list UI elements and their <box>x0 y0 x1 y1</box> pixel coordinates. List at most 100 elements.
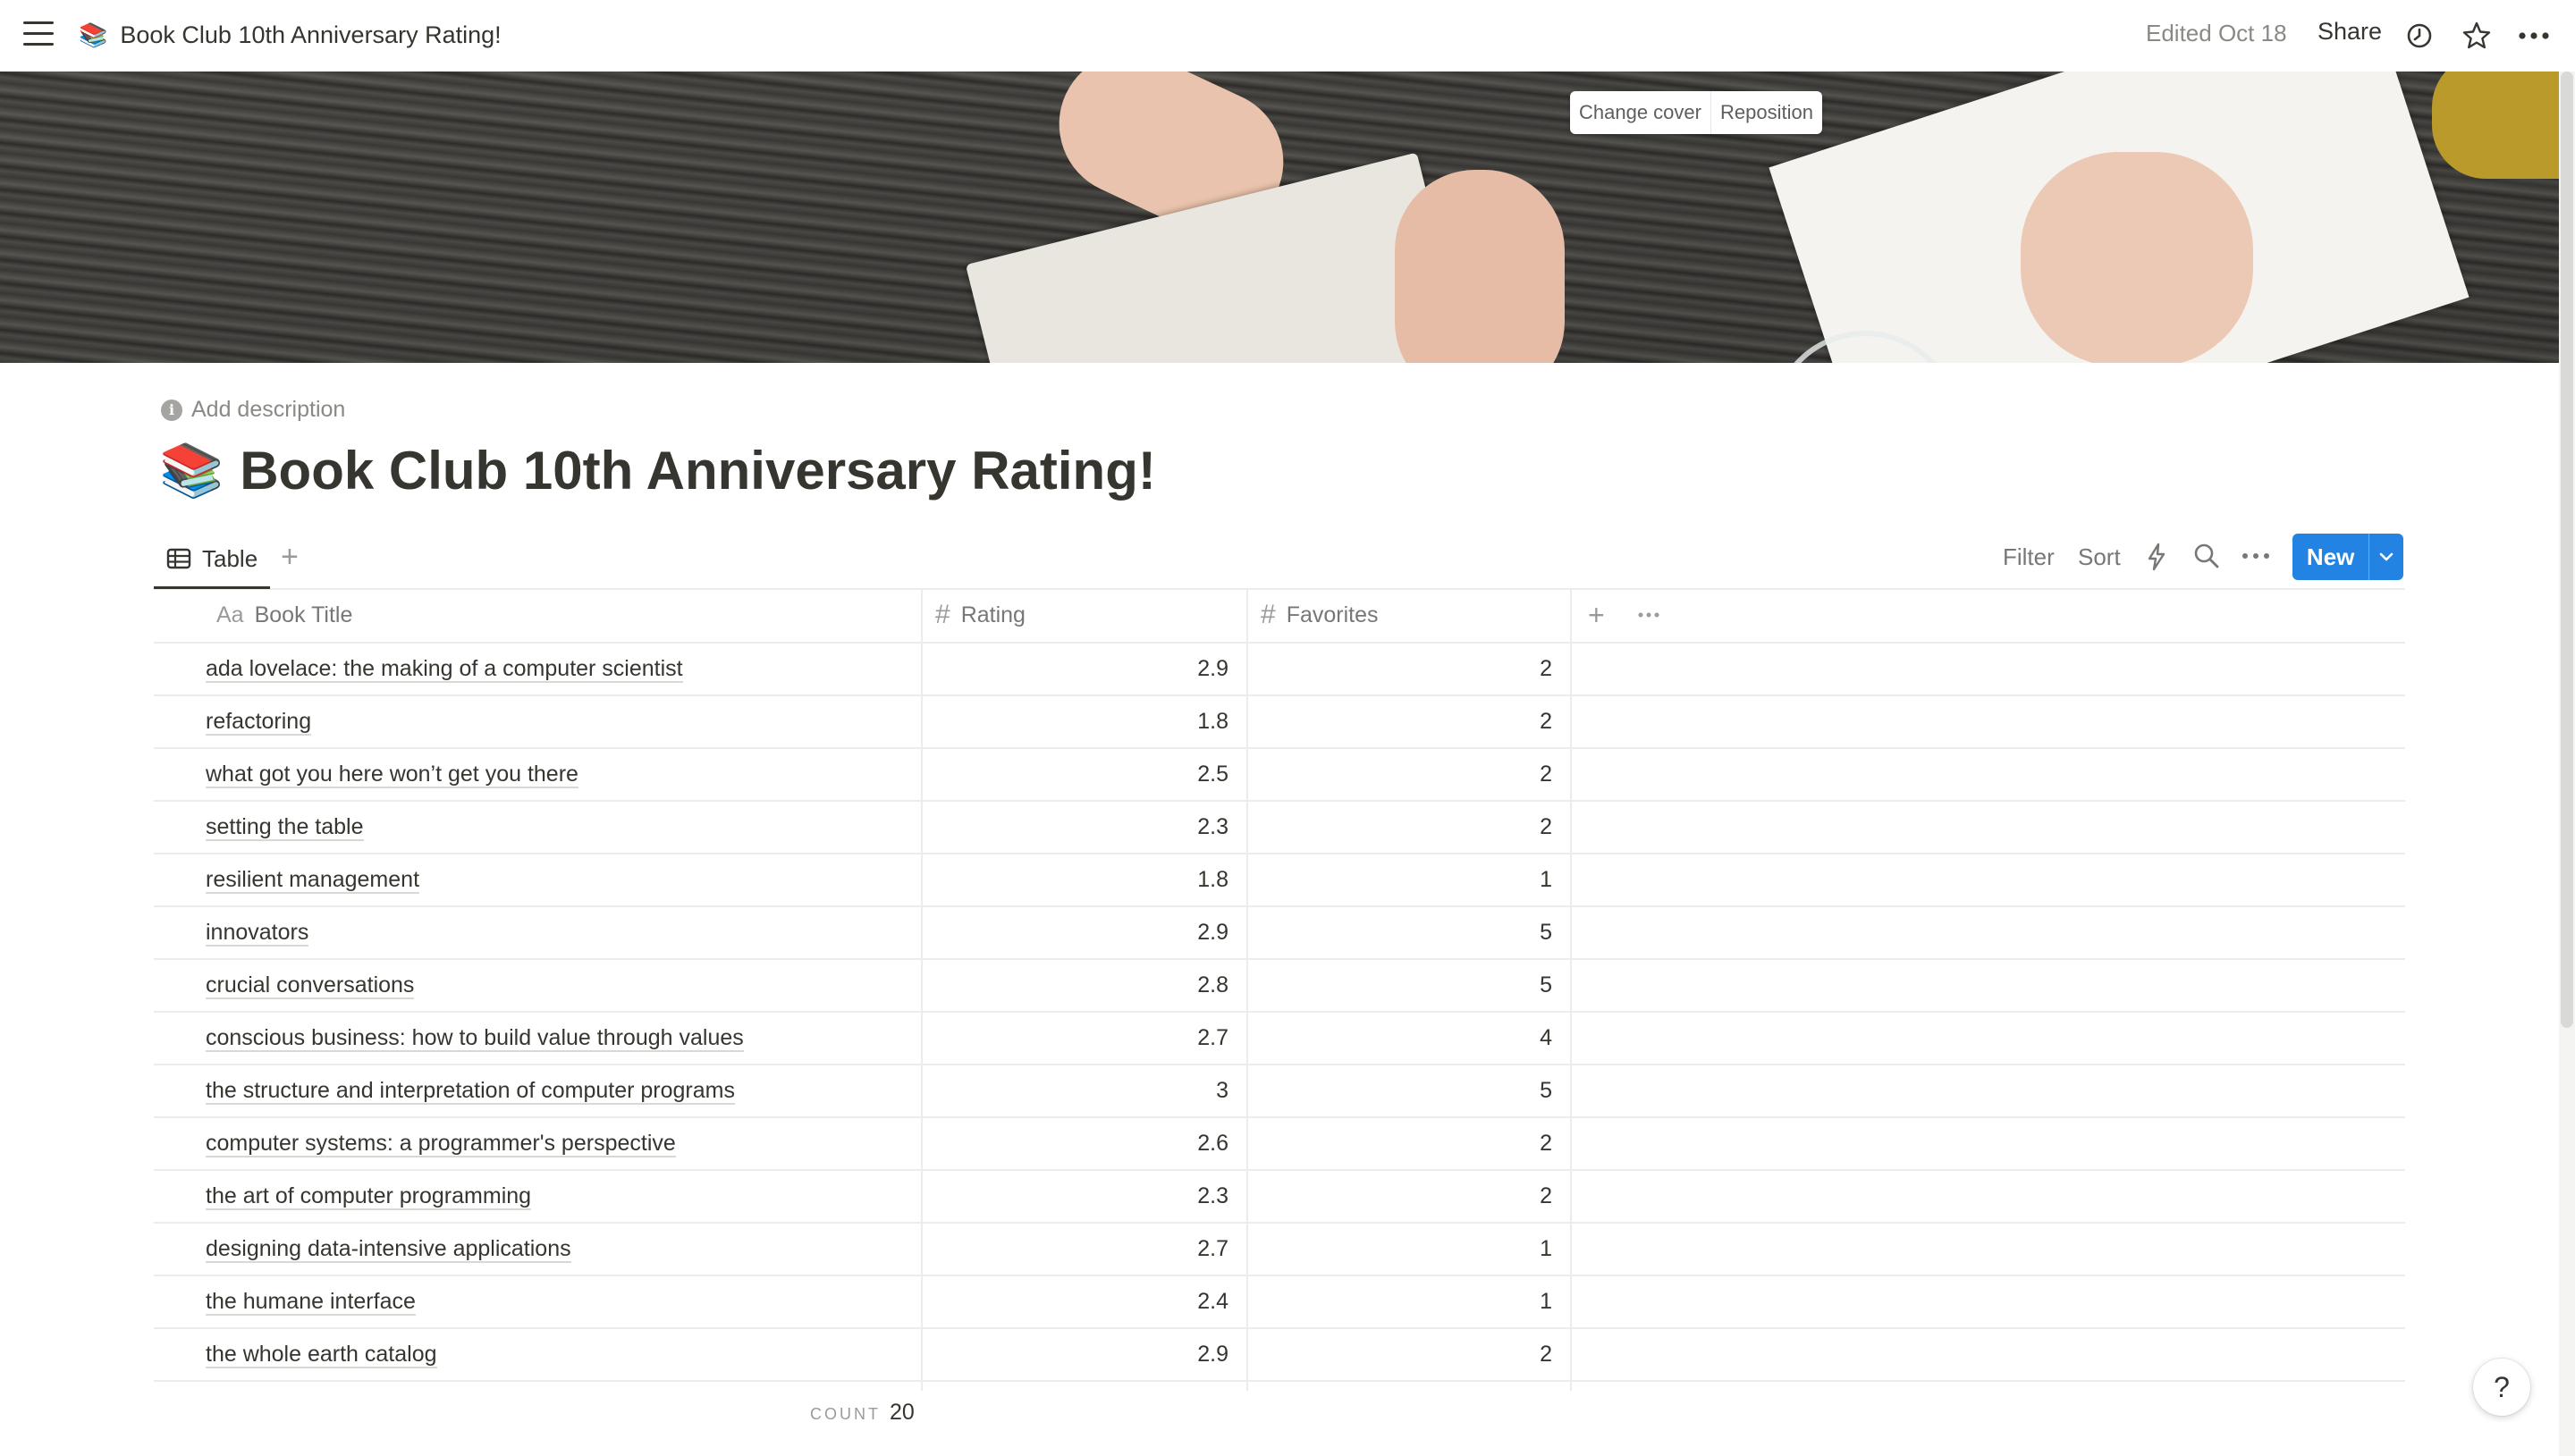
book-title-link[interactable]: ada lovelace: the making of a computer s… <box>206 656 683 683</box>
column-header-favorites[interactable]: # Favorites <box>1248 588 1572 642</box>
cell-book-title[interactable]: ada lovelace: the making of a computer s… <box>154 644 923 694</box>
sort-button[interactable]: Sort <box>2078 543 2121 571</box>
breadcrumb[interactable]: 📚 Book Club 10th Anniversary Rating! <box>79 16 502 54</box>
count-summary[interactable]: COUNT 20 <box>810 1400 915 1426</box>
cell-book-title[interactable]: designing data-intensive applications <box>154 1224 923 1275</box>
book-title-link[interactable]: the whole earth catalog <box>206 1342 437 1368</box>
history-icon[interactable] <box>2400 16 2439 55</box>
cell-rating[interactable]: 2.5 <box>923 749 1248 800</box>
cell-book-title[interactable]: conscious business: how to build value t… <box>154 1013 923 1064</box>
cell-book-title[interactable]: what got you here won’t get you there <box>154 749 923 800</box>
cell-favorites[interactable]: 1 <box>1248 1276 1572 1327</box>
table-row[interactable]: the humane interface 2.4 1 <box>154 1276 2405 1329</box>
book-title-link[interactable]: crucial conversations <box>206 972 415 999</box>
cell-rating[interactable]: 2.9 <box>923 907 1248 958</box>
add-property-icon[interactable]: + <box>1588 599 1605 632</box>
cell-rating[interactable]: 2.3 <box>923 802 1248 853</box>
column-header-actions: + <box>1572 588 2405 642</box>
table-row[interactable]: refactoring 1.8 2 <box>154 696 2405 749</box>
add-view-icon[interactable]: + <box>281 540 299 575</box>
star-icon[interactable] <box>2457 16 2496 55</box>
cell-rating[interactable]: 2.3 <box>923 1171 1248 1222</box>
share-button[interactable]: Share <box>2318 18 2382 46</box>
cell-rating[interactable]: 2.7 <box>923 1013 1248 1064</box>
cell-favorites[interactable]: 5 <box>1248 960 1572 1011</box>
cell-rating[interactable]: 3 <box>923 1065 1248 1116</box>
table-row[interactable]: crucial conversations 2.8 5 <box>154 960 2405 1013</box>
cell-book-title[interactable]: computer systems: a programmer's perspec… <box>154 1118 923 1169</box>
book-title-link[interactable]: innovators <box>206 920 309 947</box>
cell-favorites[interactable]: 5 <box>1248 1065 1572 1116</box>
book-title-link[interactable]: resilient management <box>206 867 420 894</box>
chevron-down-icon[interactable] <box>2368 534 2403 580</box>
scrollbar-thumb[interactable] <box>2561 72 2573 1028</box>
cell-book-title[interactable]: the art of computer programming <box>154 1171 923 1222</box>
column-header-book-title[interactable]: Aa Book Title <box>154 588 923 642</box>
book-title-link[interactable]: designing data-intensive applications <box>206 1236 571 1263</box>
cell-favorites[interactable]: 1 <box>1248 854 1572 905</box>
cell-book-title[interactable]: resilient management <box>154 854 923 905</box>
cell-favorites[interactable]: 2 <box>1248 644 1572 694</box>
cell-book-title[interactable]: setting the table <box>154 802 923 853</box>
cell-rating[interactable]: 2.8 <box>923 960 1248 1011</box>
column-header-rating[interactable]: # Rating <box>923 588 1248 642</box>
cell-book-title[interactable]: refactoring <box>154 696 923 747</box>
reposition-button[interactable]: Reposition <box>1710 91 1822 134</box>
help-button[interactable]: ? <box>2473 1359 2530 1416</box>
cell-rating[interactable]: 2.4 <box>923 1276 1248 1327</box>
table-row[interactable]: resilient management 1.8 1 <box>154 854 2405 907</box>
cell-book-title[interactable]: crucial conversations <box>154 960 923 1011</box>
table-row[interactable]: conscious business: how to build value t… <box>154 1013 2405 1065</box>
page-icon[interactable]: 📚 <box>159 441 224 501</box>
cell-book-title[interactable]: the whole earth catalog <box>154 1329 923 1380</box>
change-cover-button[interactable]: Change cover <box>1570 91 1710 134</box>
automation-bolt-icon[interactable] <box>2146 542 2167 572</box>
cell-book-title[interactable]: innovators <box>154 907 923 958</box>
filter-button[interactable]: Filter <box>2003 543 2055 571</box>
table-row[interactable]: computer systems: a programmer's perspec… <box>154 1118 2405 1171</box>
tab-table[interactable]: Table <box>154 531 271 589</box>
more-icon[interactable] <box>2514 16 2554 55</box>
cell-rating[interactable]: 2.6 <box>923 1118 1248 1169</box>
new-button[interactable]: New <box>2292 534 2403 580</box>
cell-rating[interactable]: 2.9 <box>923 1329 1248 1380</box>
cell-favorites[interactable]: 2 <box>1248 802 1572 853</box>
cell-favorites[interactable]: 1 <box>1248 1224 1572 1275</box>
book-title-link[interactable]: conscious business: how to build value t… <box>206 1025 744 1052</box>
book-title-link[interactable]: refactoring <box>206 709 312 736</box>
cell-favorites[interactable]: 2 <box>1248 1329 1572 1380</box>
page-title[interactable]: Book Club 10th Anniversary Rating! <box>240 440 1156 501</box>
table-row[interactable]: ada lovelace: the making of a computer s… <box>154 644 2405 696</box>
table-row[interactable]: setting the table 2.3 2 <box>154 802 2405 854</box>
view-more-icon[interactable] <box>2241 547 2271 565</box>
cell-favorites[interactable]: 5 <box>1248 907 1572 958</box>
cell-rating[interactable]: 2.9 <box>923 644 1248 694</box>
cell-favorites[interactable]: 2 <box>1248 1118 1572 1169</box>
search-icon[interactable] <box>2192 542 2221 572</box>
add-description-button[interactable]: i Add description <box>161 397 345 423</box>
cell-favorites[interactable]: 2 <box>1248 749 1572 800</box>
book-title-link[interactable]: the humane interface <box>206 1289 416 1316</box>
book-title-link[interactable]: setting the table <box>206 814 364 841</box>
book-title-link[interactable]: what got you here won’t get you there <box>206 762 578 788</box>
new-button-label[interactable]: New <box>2292 534 2368 580</box>
table-row[interactable]: the structure and interpretation of comp… <box>154 1065 2405 1118</box>
cell-favorites[interactable]: 2 <box>1248 1171 1572 1222</box>
cell-favorites[interactable]: 2 <box>1248 696 1572 747</box>
cell-favorites[interactable]: 4 <box>1248 1013 1572 1064</box>
cell-book-title[interactable]: the structure and interpretation of comp… <box>154 1065 923 1116</box>
table-row[interactable]: the whole earth catalog 2.9 2 <box>154 1329 2405 1382</box>
table-row[interactable]: designing data-intensive applications 2.7… <box>154 1224 2405 1276</box>
cell-book-title[interactable]: the humane interface <box>154 1276 923 1327</box>
table-row[interactable]: what got you here won’t get you there 2.5… <box>154 749 2405 802</box>
book-title-link[interactable]: the art of computer programming <box>206 1183 532 1210</box>
table-row[interactable]: the art of computer programming 2.3 2 <box>154 1171 2405 1224</box>
cell-rating[interactable]: 2.7 <box>923 1224 1248 1275</box>
cell-rating[interactable]: 1.8 <box>923 854 1248 905</box>
book-title-link[interactable]: the structure and interpretation of comp… <box>206 1078 735 1105</box>
cell-rating[interactable]: 1.8 <box>923 696 1248 747</box>
table-row[interactable]: innovators 2.9 5 <box>154 907 2405 960</box>
book-title-link[interactable]: computer systems: a programmer's perspec… <box>206 1131 676 1157</box>
column-more-icon[interactable] <box>1637 610 1660 619</box>
menu-icon[interactable] <box>23 21 54 48</box>
